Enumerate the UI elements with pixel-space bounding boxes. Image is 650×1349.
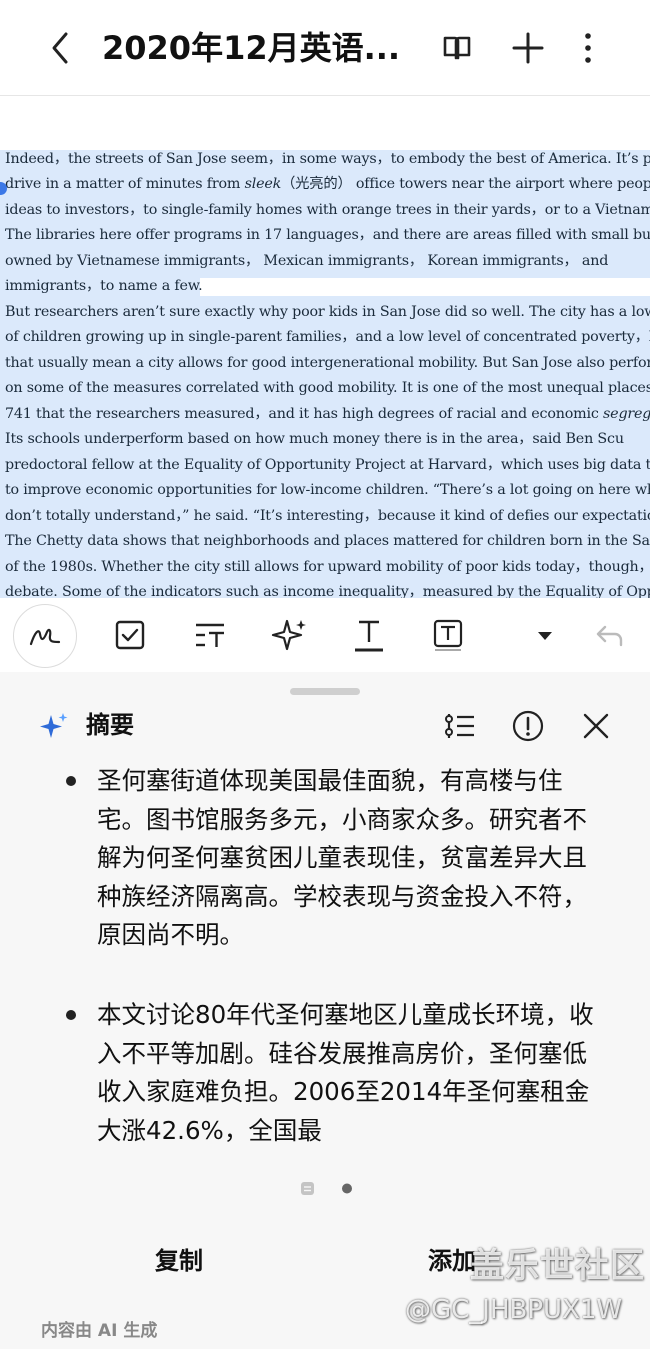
document-title: 2020年12月英语... bbox=[102, 29, 401, 67]
doc-line: The libraries here offer programs in 17 … bbox=[5, 227, 650, 243]
doc-line: that usually mean a city allows for good… bbox=[5, 355, 650, 371]
doc-line: ideas to investors，to single-family home… bbox=[5, 202, 650, 218]
text-format-icon[interactable] bbox=[187, 612, 233, 658]
ai-summary-sparkle-icon bbox=[40, 713, 68, 738]
document-page[interactable]: Indeed，the streets of San Jose seem，in s… bbox=[0, 150, 650, 598]
doc-line: 741 that the researchers measured，and it… bbox=[5, 406, 650, 422]
page-indicator bbox=[301, 1182, 352, 1195]
ai-generated-note: 内容由 AI 生成 bbox=[41, 1321, 158, 1341]
sheet-drag-handle[interactable] bbox=[290, 688, 360, 695]
doc-line: The Chetty data shows that neighborhoods… bbox=[5, 533, 650, 549]
text-underline-icon[interactable] bbox=[346, 612, 392, 658]
add-plus-icon[interactable] bbox=[508, 26, 548, 70]
ai-sparkle-icon[interactable] bbox=[267, 612, 313, 658]
watermark-user-handle: @GC_JHBPUX1W bbox=[405, 1295, 623, 1325]
doc-line: on some of the measures correlated with … bbox=[5, 380, 650, 396]
back-arrow-icon[interactable] bbox=[42, 26, 82, 70]
doc-line: to improve economic opportunities for lo… bbox=[5, 482, 650, 498]
doc-line: Indeed，the streets of San Jose seem，in s… bbox=[5, 151, 650, 167]
info-exclamation-icon[interactable] bbox=[510, 708, 546, 744]
pen-scribble-icon bbox=[29, 628, 61, 646]
text-box-icon[interactable] bbox=[425, 612, 471, 658]
reading-mode-book-icon[interactable] bbox=[437, 26, 477, 70]
doc-line: But researchers aren’t sure exactly why … bbox=[5, 304, 650, 320]
watermark-community: 盖乐世社区 bbox=[470, 1246, 645, 1286]
doc-line: Its schools underperform based on how mu… bbox=[5, 431, 624, 447]
top-app-bar: 2020年12月英语... bbox=[0, 0, 650, 96]
close-icon[interactable] bbox=[578, 708, 614, 744]
doc-line: drive in a matter of minutes from sleek（… bbox=[5, 176, 650, 192]
checkbox-icon[interactable] bbox=[107, 612, 153, 658]
add-button[interactable]: 添加 bbox=[428, 1243, 476, 1279]
doc-line: debate. Some of the indicators such as i… bbox=[5, 584, 650, 598]
summary-bullet-text: 本文讨论80年代圣何塞地区儿童成长环境，收入不平等加剧。硅谷发展推高房价，圣何塞… bbox=[97, 1000, 594, 1145]
copy-button[interactable]: 复制 bbox=[155, 1243, 203, 1279]
doc-line: predoctoral fellow at the Equality of Op… bbox=[5, 457, 650, 473]
doc-line: owned by Vietnamese immigrants， Mexican … bbox=[5, 253, 609, 269]
doc-line: of the 1980s. Whether the city still all… bbox=[5, 559, 650, 575]
doc-line: of children growing up in single-parent … bbox=[5, 329, 650, 345]
doc-line: immigrants，to name a few. bbox=[5, 278, 203, 294]
summary-bullet-text: 圣何塞街道体现美国最佳面貌，有高楼与住宅。图书馆服务多元，小商家众多。研究者不解… bbox=[97, 766, 587, 949]
bullet-dot bbox=[66, 1010, 76, 1020]
doc-line: don’t totally understand，” he said. “It’… bbox=[5, 508, 650, 524]
more-options-icon[interactable] bbox=[568, 26, 608, 70]
list-format-icon[interactable] bbox=[442, 708, 478, 744]
pen-tool-button[interactable] bbox=[13, 604, 77, 668]
undo-icon[interactable] bbox=[585, 612, 631, 658]
bullet-dot bbox=[66, 776, 76, 786]
summary-title: 摘要 bbox=[86, 711, 134, 739]
dropdown-arrow-icon[interactable] bbox=[522, 612, 568, 658]
